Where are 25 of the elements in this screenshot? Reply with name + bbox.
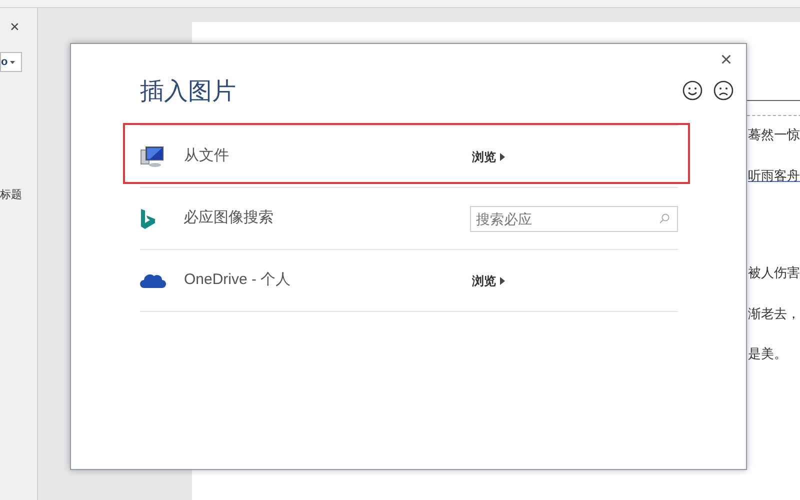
document-text: 渐老去， <box>748 304 800 322</box>
search-icon <box>659 212 670 224</box>
document-text: 被人伤害 <box>748 264 800 282</box>
browse-button[interactable]: 浏览 <box>472 148 505 166</box>
browse-button[interactable]: 浏览 <box>472 272 505 290</box>
cloud-icon <box>140 272 166 288</box>
source-label: 从文件 <box>184 146 230 166</box>
caret-icon <box>500 152 505 160</box>
document-text: 是美。 <box>748 345 788 363</box>
bing-logo-icon <box>140 208 156 230</box>
source-label: OneDrive - 个人 <box>184 270 292 290</box>
source-label: 必应图像搜索 <box>184 208 275 228</box>
close-button[interactable]: × <box>10 16 20 40</box>
document-text: 蓦然一惊 <box>748 126 800 144</box>
frown-icon[interactable] <box>713 80 734 101</box>
close-button[interactable]: × <box>720 50 732 70</box>
search-field[interactable]: 搜索必应 <box>470 206 678 232</box>
caret-icon <box>10 60 15 64</box>
caret-icon <box>500 276 505 284</box>
document-link[interactable]: 听雨客舟 <box>748 166 800 185</box>
style-dropdown[interactable]: o <box>0 52 22 72</box>
dialog-title: 插入图片 <box>140 77 236 107</box>
smiley-icon[interactable] <box>682 80 703 101</box>
computer-icon <box>140 146 164 168</box>
heading-label: 标题 <box>0 188 22 203</box>
